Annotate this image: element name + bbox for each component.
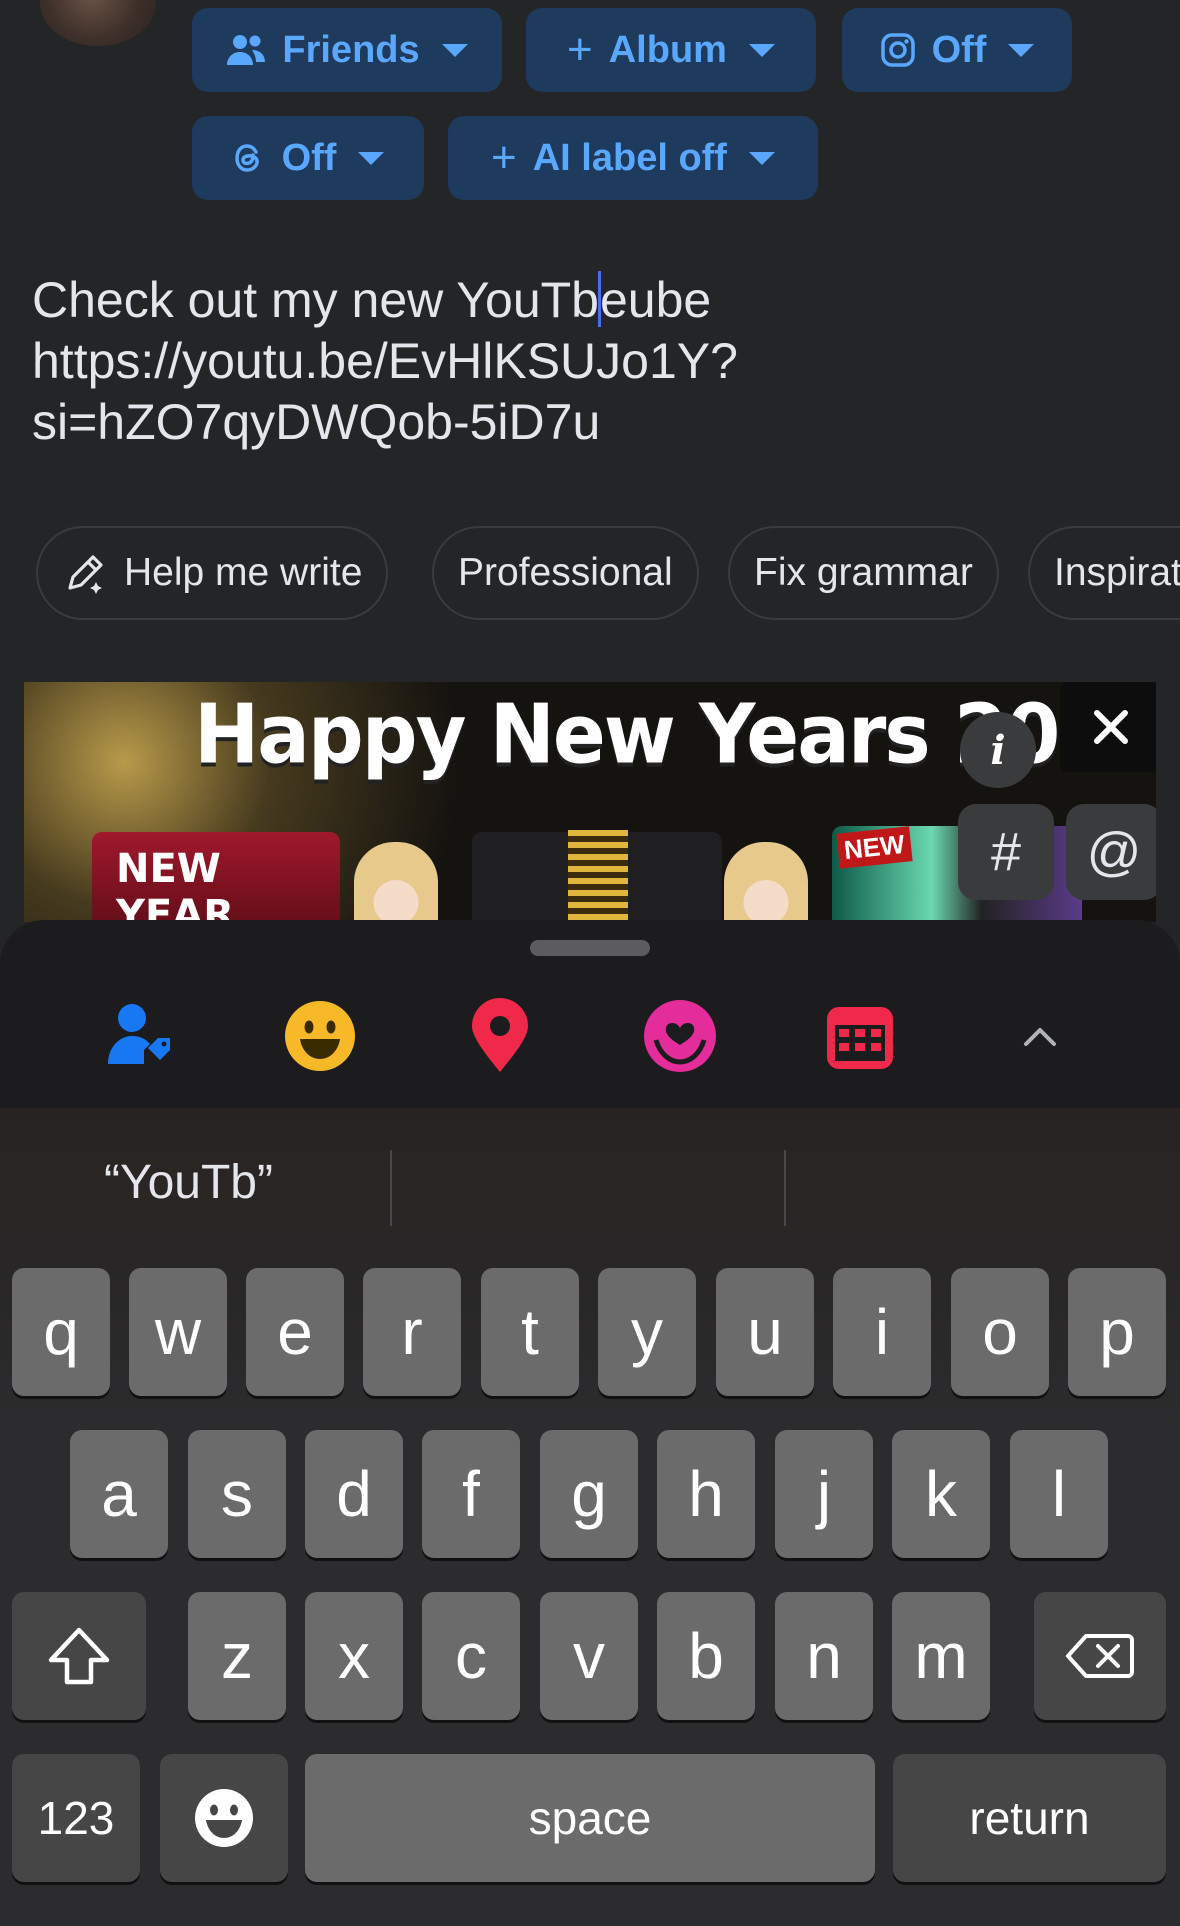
hashtag-button[interactable]: # [958, 804, 1054, 900]
tag-people-icon [108, 1004, 170, 1064]
key-f[interactable]: f [422, 1430, 520, 1558]
instagram-icon [880, 33, 915, 67]
threads-share-button[interactable]: Off [192, 116, 424, 200]
key-k[interactable]: k [892, 1430, 990, 1558]
post-text-input[interactable]: Check out my new YouTbeube https://youtu… [32, 270, 1152, 453]
location-pin-icon [472, 998, 528, 1072]
backspace-key[interactable] [1034, 1592, 1166, 1720]
ios-keyboard: “YouTb” q w e r t y u i o p a s d f g h … [0, 1108, 1180, 1926]
key-y[interactable]: y [598, 1268, 696, 1396]
chevron-down-icon [358, 151, 385, 165]
professional-chip[interactable]: Professional [432, 526, 699, 620]
key-c[interactable]: c [422, 1592, 520, 1720]
key-p[interactable]: p [1068, 1268, 1166, 1396]
friends-icon [227, 35, 266, 65]
profile-avatar [40, 0, 156, 46]
shift-key[interactable] [12, 1592, 146, 1720]
post-text-line-1: Check out my new YouTbeube [32, 271, 712, 328]
key-j[interactable]: j [775, 1430, 873, 1558]
album-button[interactable]: + Album [526, 8, 816, 92]
post-text-line-2: https://youtu.be/EvHlKSUJo1Y? [32, 333, 738, 389]
preview-avatar-figure [724, 842, 808, 922]
key-q[interactable]: q [12, 1268, 110, 1396]
return-key[interactable]: return [893, 1754, 1166, 1882]
instagram-label: Off [931, 28, 987, 71]
avatar-sticker-icon [644, 1000, 716, 1072]
chevron-down-icon [748, 43, 775, 57]
emoji-key[interactable] [160, 1754, 288, 1882]
close-icon [1094, 710, 1128, 744]
autocorrect-suggestion[interactable]: “YouTb” [104, 1142, 273, 1222]
tag-people-button[interactable] [100, 996, 180, 1076]
key-u[interactable]: u [716, 1268, 814, 1396]
key-l[interactable]: l [1010, 1430, 1108, 1558]
location-button[interactable] [460, 996, 540, 1076]
preview-avatar-figure [354, 842, 438, 922]
preview-stairs [568, 830, 628, 922]
backspace-icon [1066, 1634, 1134, 1678]
suggestion-divider [390, 1150, 392, 1226]
key-n[interactable]: n [775, 1592, 873, 1720]
post-text-line-3: si=hZO7qyDWQob-5iD7u [32, 394, 601, 450]
key-w[interactable]: w [129, 1268, 227, 1396]
audience-friends-button[interactable]: Friends [192, 8, 502, 92]
key-r[interactable]: r [363, 1268, 461, 1396]
hashtag-icon: # [990, 822, 1022, 882]
key-d[interactable]: d [305, 1430, 403, 1558]
key-b[interactable]: b [657, 1592, 755, 1720]
key-i[interactable]: i [833, 1268, 931, 1396]
key-e[interactable]: e [246, 1268, 344, 1396]
feeling-emoji-icon [285, 1001, 355, 1071]
key-o[interactable]: o [951, 1268, 1049, 1396]
mention-button[interactable]: @ [1066, 804, 1156, 900]
sheet-drag-handle[interactable] [530, 940, 650, 956]
event-calendar-icon [827, 1007, 893, 1069]
plus-icon: + [491, 133, 517, 182]
key-s[interactable]: s [188, 1430, 286, 1558]
ai-writing-chips: Help me write Professional Fix grammar I… [36, 526, 1180, 622]
suggestion-divider [784, 1150, 786, 1226]
numbers-key[interactable]: 123 [12, 1754, 140, 1882]
key-v[interactable]: v [540, 1592, 638, 1720]
key-m[interactable]: m [892, 1592, 990, 1720]
close-preview-button[interactable] [1060, 682, 1156, 772]
key-t[interactable]: t [481, 1268, 579, 1396]
shift-arrow-icon [48, 1627, 110, 1685]
key-h[interactable]: h [657, 1430, 755, 1558]
expand-up-icon [1024, 1028, 1056, 1046]
composer-bottom-sheet: “YouTb” q w e r t y u i o p a s d f g h … [0, 920, 1180, 1926]
chevron-down-icon [1008, 43, 1035, 57]
info-icon[interactable]: i [960, 712, 1036, 788]
friends-label: Friends [282, 28, 420, 71]
ai-label-button[interactable]: + AI label off [448, 116, 818, 200]
key-x[interactable]: x [305, 1592, 403, 1720]
instagram-share-button[interactable]: Off [842, 8, 1072, 92]
emoji-icon [195, 1789, 253, 1847]
key-z[interactable]: z [188, 1592, 286, 1720]
mention-icon: @ [1086, 822, 1142, 882]
ai-label-text: AI label off [532, 136, 727, 179]
preview-tile-new-year: NEW YEAR [92, 832, 340, 922]
fix-grammar-chip[interactable]: Fix grammar [728, 526, 999, 620]
chevron-down-icon [748, 151, 775, 165]
avatar-sticker-button[interactable] [640, 996, 720, 1076]
threads-label: Off [281, 136, 337, 179]
album-label: Album [608, 28, 727, 71]
expand-options-button[interactable] [1000, 996, 1080, 1076]
space-key[interactable]: space [305, 1754, 875, 1882]
event-button[interactable] [820, 996, 900, 1076]
inspirational-chip[interactable]: Inspirational [1028, 526, 1180, 620]
chevron-down-icon [441, 43, 468, 57]
threads-icon [234, 144, 259, 172]
link-preview-thumbnail[interactable]: Happy New Years 2026 NEW YEAR NEW i # @ [24, 682, 1156, 922]
key-a[interactable]: a [70, 1430, 168, 1558]
feeling-button[interactable] [280, 996, 360, 1076]
pencil-sparkle-icon [68, 555, 103, 594]
plus-icon: + [567, 25, 593, 74]
key-g[interactable]: g [540, 1430, 638, 1558]
help-me-write-chip[interactable]: Help me write [36, 526, 389, 620]
